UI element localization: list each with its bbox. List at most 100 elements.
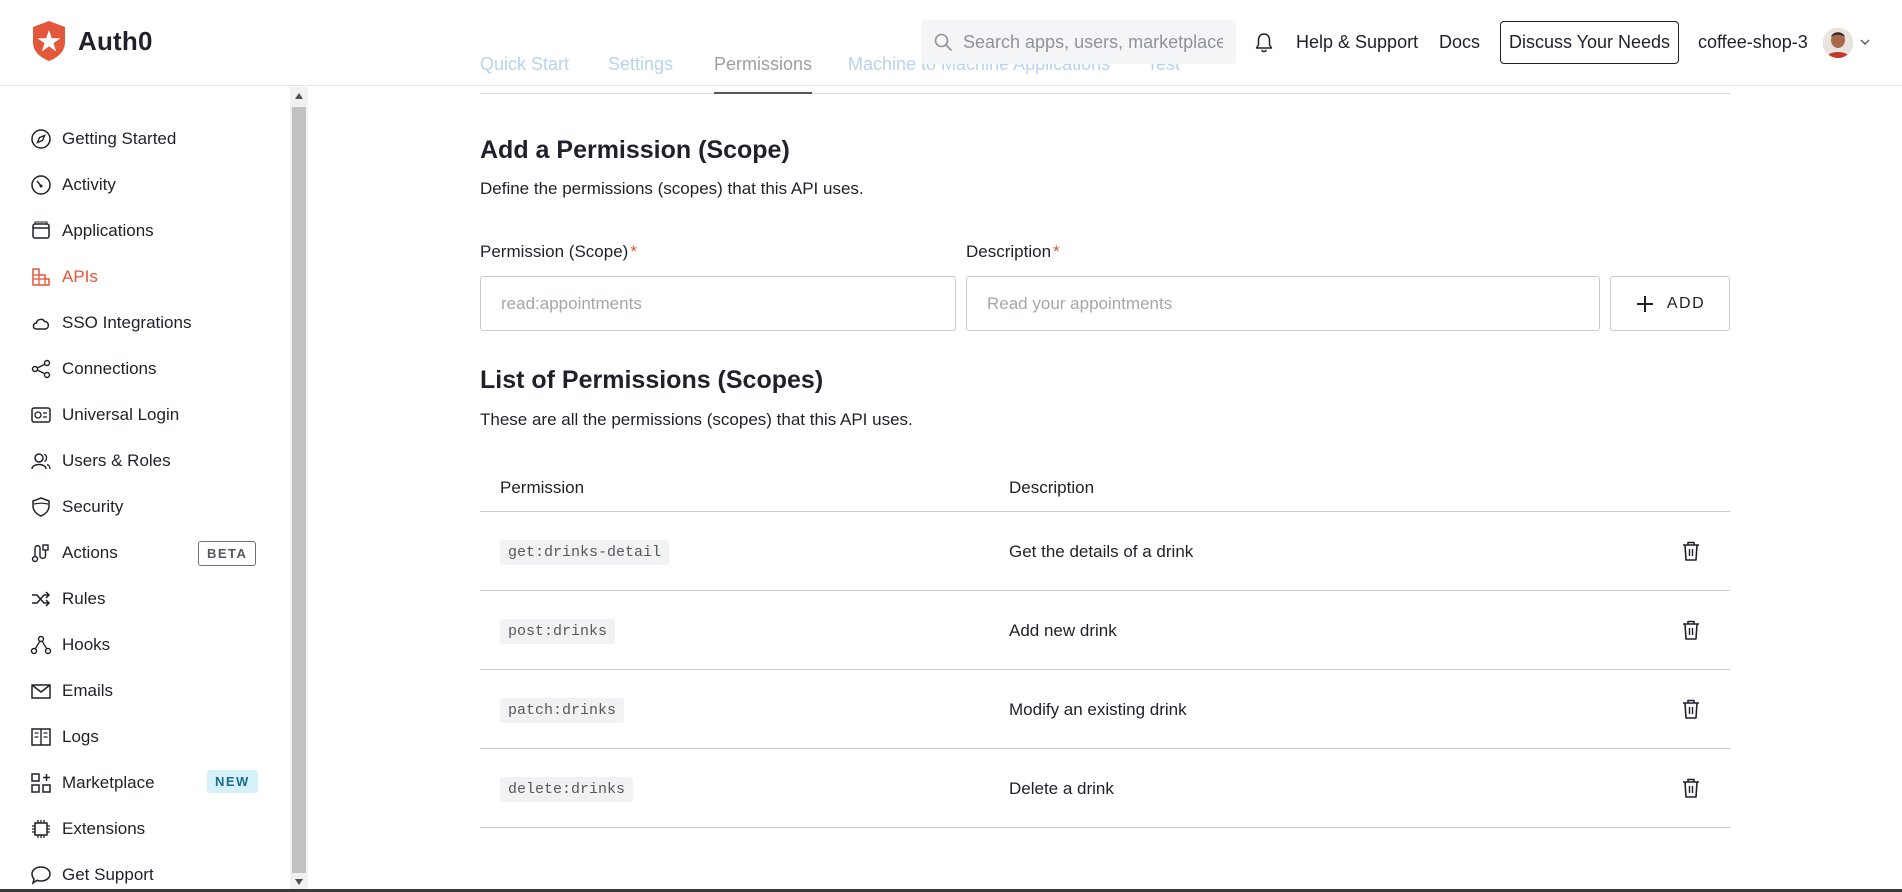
- sidebar-item-label: Marketplace: [62, 773, 155, 792]
- sidebar-item-applications[interactable]: Applications: [30, 216, 154, 246]
- sidebar: Getting Started Activity Applications AP…: [0, 87, 290, 892]
- plus-icon: [1636, 295, 1653, 312]
- trash-icon[interactable]: [1680, 777, 1702, 799]
- sidebar-item-label: SSO Integrations: [62, 313, 192, 332]
- gauge-icon: [31, 175, 51, 195]
- sidebar-item-apis[interactable]: APIs: [30, 262, 98, 292]
- sidebar-item-hooks[interactable]: Hooks: [30, 630, 110, 660]
- trash-icon[interactable]: [1680, 698, 1702, 720]
- sidebar-item-label: Getting Started: [62, 129, 177, 148]
- column-header-permission: Permission: [500, 478, 585, 497]
- sidebar-item-security[interactable]: Security: [30, 492, 123, 522]
- permissions-list-description: These are all the permissions (scopes) t…: [480, 410, 913, 429]
- brand-name: Auth0: [78, 25, 153, 56]
- sidebar-item-label: Logs: [62, 727, 99, 746]
- permission-description: Get the details of a drink: [1009, 542, 1194, 561]
- book-icon: [31, 728, 51, 746]
- description-label-text: Description: [966, 242, 1052, 261]
- sidebar-item-sso-integrations[interactable]: SSO Integrations: [30, 308, 191, 338]
- permission-description: Add new drink: [1009, 621, 1117, 640]
- sidebar-item-label: Get Support: [62, 865, 154, 884]
- connections-icon: [31, 359, 51, 379]
- apis-icon: [32, 268, 50, 286]
- sidebar-item-emails[interactable]: Emails: [30, 676, 113, 706]
- sidebar-item-getting-started[interactable]: Getting Started: [30, 124, 176, 154]
- permission-description: Modify an existing drink: [1009, 700, 1187, 719]
- description-label: Description *: [966, 242, 1060, 262]
- sidebar-item-logs[interactable]: Logs: [30, 722, 99, 752]
- sidebar-item-label: APIs: [62, 267, 98, 286]
- column-header-description: Description: [1009, 478, 1095, 497]
- add-permission-button[interactable]: ADD: [1610, 276, 1730, 331]
- sidebar-item-label: Extensions: [62, 819, 146, 838]
- shield-icon: [32, 497, 50, 517]
- sidebar-item-label: Users & Roles: [62, 451, 171, 470]
- add-permission-title: Add a Permission (Scope): [480, 136, 790, 164]
- bell-icon[interactable]: [1254, 32, 1274, 54]
- sidebar-item-users-roles[interactable]: Users & Roles: [30, 446, 171, 476]
- permission-scope-input[interactable]: [480, 276, 956, 331]
- brand-logo[interactable]: Auth0: [30, 20, 153, 62]
- chat-icon: [31, 866, 51, 885]
- trash-icon[interactable]: [1680, 619, 1702, 641]
- sidebar-item-rules[interactable]: Rules: [30, 584, 105, 614]
- add-button-label: ADD: [1666, 294, 1706, 312]
- sidebar-item-label: Rules: [62, 589, 106, 608]
- mail-icon: [31, 684, 51, 699]
- add-permission-description: Define the permissions (scopes) that thi…: [480, 179, 864, 198]
- sidebar-item-marketplace[interactable]: Marketplace: [30, 768, 155, 798]
- permission-chip: delete:drinks: [500, 777, 634, 802]
- user-avatar-icon: [1823, 28, 1853, 58]
- discuss-needs-button[interactable]: Discuss Your Needs: [1500, 21, 1679, 64]
- permissions-table: Permission Description get:drinks-detail…: [480, 470, 1730, 828]
- scope-label: Permission (Scope) *: [480, 242, 637, 262]
- permission-description: Delete a drink: [1009, 779, 1114, 798]
- top-header: Auth0 Help & Support Docs Discuss Your N…: [0, 0, 1902, 86]
- sidebar-item-actions[interactable]: Actions: [30, 538, 118, 568]
- search-input[interactable]: [963, 31, 1223, 53]
- search-box[interactable]: [921, 20, 1236, 64]
- sidebar-item-extensions[interactable]: Extensions: [30, 814, 145, 844]
- window-icon: [32, 221, 50, 239]
- sidebar-item-label: Activity: [62, 175, 116, 194]
- new-badge: NEW: [207, 770, 258, 793]
- sidebar-item-activity[interactable]: Activity: [30, 170, 116, 200]
- docs-link[interactable]: Docs: [1439, 32, 1480, 53]
- sidebar-item-label: Applications: [62, 221, 154, 240]
- sidebar-item-label: Connections: [62, 359, 157, 378]
- sidebar-item-label: Actions: [62, 543, 118, 562]
- chevron-down-icon[interactable]: [1860, 38, 1870, 46]
- permission-chip: post:drinks: [500, 619, 616, 644]
- sidebar-item-get-support[interactable]: Get Support: [30, 860, 154, 890]
- cloud-icon: [32, 318, 50, 330]
- sidebar-item-label: Security: [62, 497, 124, 516]
- scroll-up-icon[interactable]: [294, 92, 304, 100]
- permission-description-input[interactable]: [966, 276, 1600, 331]
- users-icon: [31, 453, 51, 470]
- scroll-down-icon[interactable]: [294, 878, 304, 886]
- permission-chip: patch:drinks: [500, 698, 625, 723]
- sidebar-item-label: Hooks: [62, 635, 111, 654]
- sidebar-scroll-thumb[interactable]: [292, 107, 306, 873]
- help-support-link[interactable]: Help & Support: [1296, 32, 1418, 53]
- avatar[interactable]: [1823, 28, 1853, 58]
- shuffle-icon: [32, 591, 51, 607]
- table-header: Permission Description: [480, 470, 1730, 512]
- search-icon: [934, 33, 952, 51]
- permissions-list-title: List of Permissions (Scopes): [480, 366, 824, 394]
- sidebar-item-label: Emails: [62, 681, 114, 700]
- sidebar-item-label: Universal Login: [62, 405, 180, 424]
- sidebar-item-universal-login[interactable]: Universal Login: [30, 400, 179, 430]
- table-row: delete:drinks Delete a drink: [480, 749, 1730, 828]
- grid-plus-icon: [31, 773, 51, 793]
- auth0-logo-icon: [33, 21, 65, 61]
- table-row: get:drinks-detail Get the details of a d…: [480, 512, 1730, 591]
- compass-icon: [31, 129, 51, 149]
- chip-icon: [32, 820, 50, 838]
- tenant-selector[interactable]: coffee-shop-3: [1698, 32, 1808, 53]
- trash-icon[interactable]: [1680, 540, 1702, 562]
- sidebar-item-connections[interactable]: Connections: [30, 354, 157, 384]
- scope-label-text: Permission (Scope): [480, 242, 629, 261]
- hooks-icon: [30, 635, 52, 655]
- required-asterisk: *: [1053, 242, 1060, 261]
